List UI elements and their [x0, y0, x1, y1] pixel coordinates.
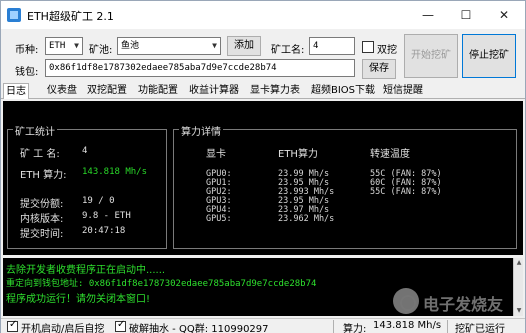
hashrate-detail-title: 算力详情: [179, 123, 223, 138]
miner-stats-group: 矿工统计 矿 工 名: 4 ETH 算力: 143.818 Mh/s 提交份额:…: [7, 123, 167, 249]
status-hashrate-value: 143.818 Mh/s: [373, 320, 442, 331]
log-line: 重定向到钱包地址: 0x86f1df8e1787302edaee785aba7d…: [6, 279, 317, 289]
start-mining-button[interactable]: 开始挖矿: [404, 34, 458, 78]
tab-sms-alert[interactable]: 短信提醒: [381, 83, 425, 99]
watermark-text: 电子发烧友: [423, 295, 504, 314]
close-button[interactable]: ✕: [485, 1, 523, 29]
pool-label: 矿池:: [89, 45, 113, 56]
column-header-gpu: 显卡: [206, 149, 226, 160]
stat-value: 9.8 - ETH: [82, 211, 131, 221]
tab-gpu-hashrate-table[interactable]: 显卡算力表: [248, 83, 302, 99]
wallet-address-field[interactable]: 0x86f1df8e1787302edaee785aba7d9e7ccde28b…: [45, 59, 355, 77]
stat-label: ETH 算力:: [20, 170, 67, 181]
stop-mining-button[interactable]: 停止挖矿: [462, 34, 516, 78]
stat-value: 4: [82, 146, 88, 156]
maximize-button[interactable]: ☐: [447, 1, 485, 29]
mining-state-label: 挖矿已运行: [455, 324, 505, 333]
pool-select[interactable]: 鱼池 ▼: [117, 37, 221, 55]
site-watermark: 电子发烧友: [393, 288, 519, 314]
autostart-label: 开机启动/启后自挖: [21, 324, 105, 333]
crack-fee-label: 破解抽水 - QQ群: 110990297: [129, 324, 269, 333]
currency-label: 币种:: [15, 45, 39, 56]
chevron-down-icon: ▼: [212, 41, 217, 50]
status-separator: [447, 320, 448, 333]
gpu-hashrate: 23.962 Mh/s: [278, 214, 335, 224]
tab-log[interactable]: 日志: [3, 83, 29, 99]
miner-stats-title: 矿工统计: [13, 123, 57, 138]
tab-profit-calculator[interactable]: 收益计算器: [187, 83, 241, 99]
stat-value: 20:47:18: [82, 226, 126, 236]
dual-mining-label: 双挖: [377, 45, 397, 56]
miner-window: ETH超级矿工 2.1 — ☐ ✕ 币种: ETH ▼ 矿池: 鱼池 ▼ 添加 …: [0, 0, 526, 333]
tab-bar: 日志 仪表盘 双挖配置 功能配置 收益计算器 显卡算力表 超频BIOS下载 短信…: [1, 83, 525, 99]
watermark-logo-icon: [393, 288, 419, 314]
worker-label: 矿工名:: [271, 45, 305, 56]
chevron-down-icon: ▼: [74, 41, 79, 50]
dual-mining-checkbox[interactable]: [362, 41, 374, 53]
stat-value: 143.818 Mh/s: [82, 167, 148, 177]
stat-label: 提交时间:: [20, 229, 64, 240]
status-separator: [333, 320, 334, 333]
window-title: ETH超级矿工 2.1: [27, 10, 114, 23]
save-button[interactable]: 保存: [362, 59, 396, 79]
add-pool-button[interactable]: 添加: [227, 36, 261, 56]
tab-bios-download[interactable]: 超频BIOS下载: [309, 83, 377, 99]
stat-value: 19 / 0: [82, 196, 115, 206]
title-bar[interactable]: ETH超级矿工 2.1 — ☐ ✕: [1, 1, 525, 29]
pool-value: 鱼池: [121, 41, 140, 51]
autostart-checkbox[interactable]: [7, 319, 18, 332]
column-header-temperature: 转速温度: [370, 149, 410, 160]
log-line: 程序成功运行！请勿关闭本窗口!: [6, 294, 151, 305]
stat-label: 矿 工 名:: [20, 149, 60, 160]
scroll-up-icon[interactable]: ▲: [514, 258, 524, 268]
worker-name-field[interactable]: 4: [309, 37, 355, 55]
tab-dashboard[interactable]: 仪表盘: [45, 83, 79, 99]
status-hashrate-label: 算力:: [343, 324, 367, 333]
log-line: 去除开发者收费程序正在启动中......: [6, 265, 166, 276]
gpu-temperature: 55C (FAN: 87%): [370, 187, 442, 197]
stat-label: 内核版本:: [20, 214, 64, 225]
currency-value: ETH: [49, 41, 66, 51]
wallet-label: 钱包:: [15, 67, 39, 78]
currency-select[interactable]: ETH ▼: [45, 37, 83, 55]
hashrate-detail-group: 算力详情 显卡 ETH算力 转速温度 GPU0: 23.99 Mh/s 55C …: [173, 123, 517, 249]
column-header-hashrate: ETH算力: [278, 149, 318, 160]
app-icon: [7, 8, 21, 22]
crack-fee-checkbox[interactable]: [115, 319, 126, 332]
minimize-button[interactable]: —: [409, 1, 447, 29]
tab-function-config[interactable]: 功能配置: [136, 83, 180, 99]
status-bar: 开机启动/启后自挖 破解抽水 - QQ群: 110990297 算力: 143.…: [1, 318, 525, 333]
tab-dual-config[interactable]: 双挖配置: [85, 83, 129, 99]
gpu-name: GPU5:: [206, 214, 232, 224]
stat-label: 提交份额:: [20, 199, 64, 210]
stats-panel: 矿工统计 矿 工 名: 4 ETH 算力: 143.818 Mh/s 提交份额:…: [3, 101, 523, 255]
